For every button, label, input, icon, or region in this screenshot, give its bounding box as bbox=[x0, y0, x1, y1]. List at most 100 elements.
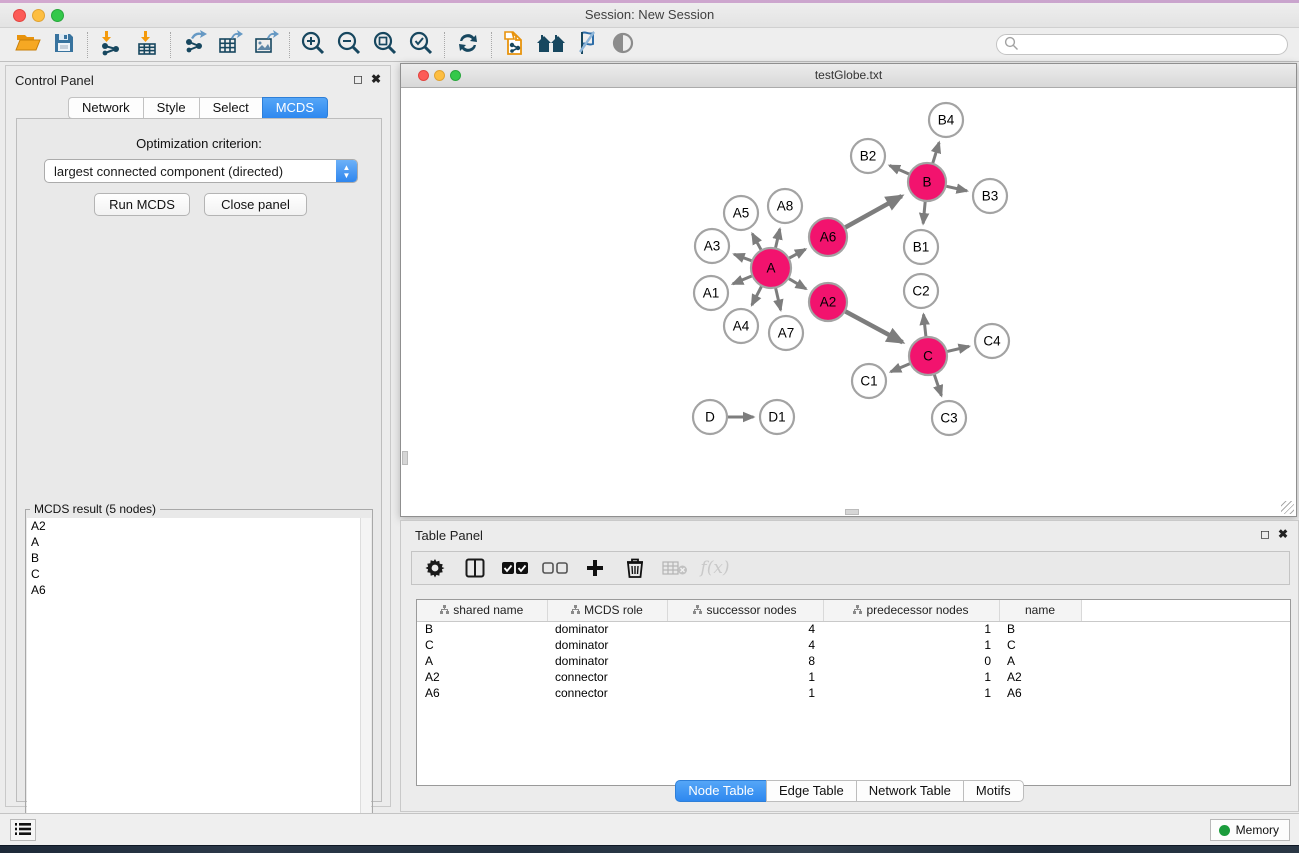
close-panel-icon[interactable]: ✖ bbox=[371, 73, 381, 85]
graph-node-A3[interactable]: A3 bbox=[695, 229, 729, 263]
zoom-in-button[interactable] bbox=[295, 30, 331, 60]
graph-node-C3[interactable]: C3 bbox=[932, 401, 966, 435]
table-cell[interactable]: connector bbox=[547, 669, 667, 685]
float-panel-icon[interactable]: ◻ bbox=[353, 73, 363, 85]
float-table-panel-icon[interactable]: ◻ bbox=[1260, 528, 1270, 540]
network-minimize-button[interactable] bbox=[434, 70, 445, 81]
function-builder-icon[interactable]: f(x) bbox=[702, 555, 728, 581]
delete-table-icon[interactable] bbox=[662, 555, 688, 581]
graph-edge-A2-C[interactable] bbox=[842, 310, 902, 343]
column-header-MCDS-role[interactable]: MCDS role bbox=[547, 600, 667, 621]
table-cell[interactable]: A bbox=[999, 653, 1081, 669]
zoom-window-button[interactable] bbox=[51, 9, 64, 22]
close-panel-button[interactable]: Close panel bbox=[204, 193, 307, 216]
table-cell[interactable]: dominator bbox=[547, 637, 667, 653]
tab-style[interactable]: Style bbox=[143, 97, 199, 119]
table-cell[interactable]: 1 bbox=[823, 637, 999, 653]
add-column-icon[interactable] bbox=[582, 555, 608, 581]
network-close-button[interactable] bbox=[418, 70, 429, 81]
table-cell[interactable]: 1 bbox=[667, 685, 823, 701]
table-cell[interactable]: A2 bbox=[417, 669, 547, 685]
import-network-button[interactable] bbox=[93, 30, 129, 60]
table-cell[interactable]: B bbox=[999, 621, 1081, 637]
zoom-fit-button[interactable] bbox=[367, 30, 403, 60]
graph-node-B3[interactable]: B3 bbox=[973, 179, 1007, 213]
mcds-result-scrollbar[interactable] bbox=[360, 518, 371, 851]
network-canvas[interactable]: AA1A2A3A4A5A6A7A8BB1B2B3B4CC1C2C3C4DD1 bbox=[401, 88, 1296, 516]
table-cell[interactable]: A2 bbox=[999, 669, 1081, 685]
graph-node-A6[interactable]: A6 bbox=[809, 218, 847, 256]
mcds-result-item[interactable]: A2 bbox=[27, 518, 361, 534]
table-row[interactable]: Bdominator41B bbox=[417, 621, 1290, 637]
table-row[interactable]: Cdominator41C bbox=[417, 637, 1290, 653]
table-cell[interactable]: C bbox=[999, 637, 1081, 653]
home-button[interactable] bbox=[533, 30, 569, 60]
search-input[interactable] bbox=[996, 34, 1288, 55]
save-session-button[interactable] bbox=[46, 30, 82, 60]
graph-node-C4[interactable]: C4 bbox=[975, 324, 1009, 358]
table-cell[interactable]: dominator bbox=[547, 653, 667, 669]
graph-node-A8[interactable]: A8 bbox=[768, 189, 802, 223]
deselect-all-icon[interactable] bbox=[542, 555, 568, 581]
hide-annotations-button[interactable] bbox=[569, 30, 605, 60]
table-cell[interactable]: 0 bbox=[823, 653, 999, 669]
network-vertical-scrollthumb[interactable] bbox=[402, 451, 408, 465]
refresh-button[interactable] bbox=[450, 30, 486, 60]
table-row[interactable]: A2connector11A2 bbox=[417, 669, 1290, 685]
graph-node-A2[interactable]: A2 bbox=[809, 283, 847, 321]
mcds-result-list[interactable]: A2ABCA6 bbox=[27, 518, 361, 851]
network-from-file-button[interactable] bbox=[497, 30, 533, 60]
table-cell[interactable]: A6 bbox=[999, 685, 1081, 701]
memory-button[interactable]: Memory bbox=[1210, 819, 1290, 841]
graph-edge-A6-B[interactable] bbox=[842, 196, 902, 229]
graph-node-A5[interactable]: A5 bbox=[724, 196, 758, 230]
table-cell[interactable]: 1 bbox=[823, 669, 999, 685]
close-table-panel-icon[interactable]: ✖ bbox=[1278, 528, 1288, 540]
graph-node-B2[interactable]: B2 bbox=[851, 139, 885, 173]
mcds-result-item[interactable]: C bbox=[27, 566, 361, 582]
table-cell[interactable]: 1 bbox=[667, 669, 823, 685]
zoom-out-button[interactable] bbox=[331, 30, 367, 60]
zoom-selected-button[interactable] bbox=[403, 30, 439, 60]
import-table-button[interactable] bbox=[129, 30, 165, 60]
close-window-button[interactable] bbox=[13, 9, 26, 22]
table-cell[interactable]: connector bbox=[547, 685, 667, 701]
table-cell[interactable]: 1 bbox=[823, 685, 999, 701]
graph-node-B4[interactable]: B4 bbox=[929, 103, 963, 137]
table-cell[interactable]: dominator bbox=[547, 621, 667, 637]
network-zoom-button[interactable] bbox=[450, 70, 461, 81]
column-header-shared-name[interactable]: shared name bbox=[417, 600, 547, 621]
network-window-titlebar[interactable]: testGlobe.txt bbox=[401, 64, 1296, 88]
delete-column-icon[interactable] bbox=[622, 555, 648, 581]
mcds-result-item[interactable]: A bbox=[27, 534, 361, 550]
table-cell[interactable]: B bbox=[417, 621, 547, 637]
resize-grip-icon[interactable] bbox=[1281, 501, 1294, 514]
table-cell[interactable]: A bbox=[417, 653, 547, 669]
gear-icon[interactable] bbox=[422, 555, 448, 581]
minimize-window-button[interactable] bbox=[32, 9, 45, 22]
table-cell[interactable]: A6 bbox=[417, 685, 547, 701]
graph-node-C2[interactable]: C2 bbox=[904, 274, 938, 308]
tab-edge-table[interactable]: Edge Table bbox=[766, 780, 856, 802]
graph-node-D[interactable]: D bbox=[693, 400, 727, 434]
tab-node-table[interactable]: Node Table bbox=[675, 780, 766, 802]
open-session-button[interactable] bbox=[10, 30, 46, 60]
graph-node-C1[interactable]: C1 bbox=[852, 364, 886, 398]
graph-node-D1[interactable]: D1 bbox=[760, 400, 794, 434]
graph-node-A1[interactable]: A1 bbox=[694, 276, 728, 310]
tab-select[interactable]: Select bbox=[199, 97, 262, 119]
tab-network-table[interactable]: Network Table bbox=[856, 780, 963, 802]
graph-node-A4[interactable]: A4 bbox=[724, 309, 758, 343]
table-row[interactable]: A6connector11A6 bbox=[417, 685, 1290, 701]
table-cell[interactable]: C bbox=[417, 637, 547, 653]
tab-mcds[interactable]: MCDS bbox=[262, 97, 328, 119]
node-table[interactable]: shared nameMCDS rolesuccessor nodesprede… bbox=[416, 599, 1291, 786]
network-horizontal-scrollthumb[interactable] bbox=[845, 509, 859, 515]
table-cell[interactable]: 8 bbox=[667, 653, 823, 669]
run-mcds-button[interactable]: Run MCDS bbox=[94, 193, 190, 216]
table-row[interactable]: Adominator80A bbox=[417, 653, 1290, 669]
graph-node-C[interactable]: C bbox=[909, 337, 947, 375]
graph-node-A[interactable]: A bbox=[751, 248, 791, 288]
graph-node-B[interactable]: B bbox=[908, 163, 946, 201]
export-table-button[interactable] bbox=[212, 30, 248, 60]
